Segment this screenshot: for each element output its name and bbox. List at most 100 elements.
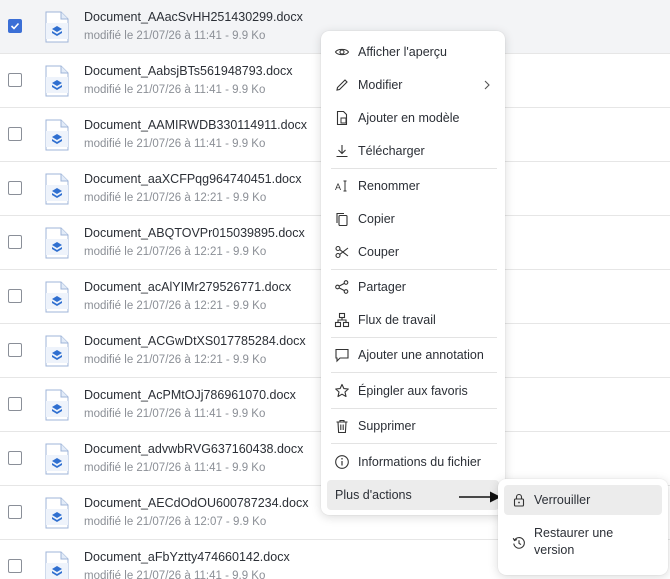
docx-file-icon	[44, 119, 70, 151]
comment-icon	[334, 347, 350, 363]
more-actions-submenu: Verrouiller Restaurer une version	[498, 479, 668, 575]
menu-divider	[331, 408, 497, 409]
docx-file-icon	[44, 551, 70, 579]
lock-icon	[512, 493, 526, 507]
trash-icon	[334, 418, 350, 434]
docx-file-icon	[44, 443, 70, 475]
row-checkbox[interactable]	[8, 289, 22, 303]
file-meta: modifié le 21/07/26 à 12:21 - 9.9 Ko	[84, 192, 267, 204]
menu-item-label: Copier	[358, 212, 395, 226]
docx-file-icon	[44, 389, 70, 421]
download-icon	[334, 143, 350, 159]
row-checkbox[interactable]	[8, 343, 22, 357]
menu-item-label: Modifier	[358, 78, 403, 92]
file-name[interactable]: Document_aaXCFPqg964740451.docx	[84, 172, 302, 186]
eye-icon	[334, 44, 350, 60]
arrow-right-icon	[459, 491, 501, 503]
row-checkbox[interactable]	[8, 559, 22, 573]
row-checkbox[interactable]	[8, 235, 22, 249]
docx-file-icon	[44, 227, 70, 259]
menu-item-rename[interactable]: A Renommer	[321, 171, 505, 201]
row-checkbox[interactable]	[8, 451, 22, 465]
submenu-label-line: Restaurer une	[534, 526, 614, 540]
menu-item-label: Flux de travail	[358, 313, 436, 327]
copy-icon	[334, 211, 350, 227]
workflow-icon	[334, 312, 350, 328]
docx-file-icon	[44, 173, 70, 205]
docx-file-icon	[44, 335, 70, 367]
row-checkbox[interactable]	[8, 181, 22, 195]
docx-file-icon	[44, 281, 70, 313]
menu-item-favorite[interactable]: Épingler aux favoris	[321, 376, 505, 406]
file-meta: modifié le 21/07/26 à 12:21 - 9.9 Ko	[84, 354, 267, 366]
menu-item-copy[interactable]: Copier	[321, 204, 505, 234]
menu-item-workflow[interactable]: Flux de travail	[321, 305, 505, 335]
row-checkbox[interactable]	[8, 73, 22, 87]
file-meta: modifié le 21/07/26 à 12:07 - 9.9 Ko	[84, 516, 267, 528]
submenu-item-restore-version[interactable]: Restaurer une version	[504, 523, 662, 563]
file-name[interactable]: Document_AabsjBTs561948793.docx	[84, 64, 292, 78]
file-name[interactable]: Document_AECdOdOU600787234.docx	[84, 496, 308, 510]
row-checkbox[interactable]	[8, 505, 22, 519]
menu-item-label: Plus d'actions	[335, 488, 412, 502]
menu-divider	[331, 168, 497, 169]
file-meta: modifié le 21/07/26 à 11:41 - 9.9 Ko	[84, 30, 266, 42]
menu-item-label: Renommer	[358, 179, 420, 193]
file-meta: modifié le 21/07/26 à 11:41 - 9.9 Ko	[84, 84, 266, 96]
menu-item-annotation[interactable]: Ajouter une annotation	[321, 340, 505, 370]
file-name[interactable]: Document_ACGwDtXS017785284.docx	[84, 334, 306, 348]
file-name[interactable]: Document_aFbYztty474660142.docx	[84, 550, 290, 564]
file-meta: modifié le 21/07/26 à 12:21 - 9.9 Ko	[84, 300, 267, 312]
chevron-right-icon	[481, 78, 493, 92]
menu-item-label: Afficher l'aperçu	[358, 45, 448, 59]
menu-divider	[331, 443, 497, 444]
context-menu: Afficher l'aperçu Modifier Ajouter en mo…	[321, 31, 505, 515]
file-name[interactable]: Document_ABQTOVPr015039895.docx	[84, 226, 305, 240]
svg-text:A: A	[335, 182, 341, 192]
row-checkbox[interactable]	[8, 397, 22, 411]
file-name[interactable]: Document_advwbRVG637160438.docx	[84, 442, 303, 456]
menu-item-download[interactable]: Télécharger	[321, 136, 505, 166]
menu-divider	[331, 337, 497, 338]
history-icon	[512, 536, 526, 550]
star-icon	[334, 383, 350, 399]
menu-item-edit[interactable]: Modifier	[321, 70, 505, 100]
template-icon	[334, 110, 350, 126]
file-meta: modifié le 21/07/26 à 11:41 - 9.9 Ko	[84, 138, 266, 150]
menu-item-label: Supprimer	[358, 419, 416, 433]
row-checkbox[interactable]	[8, 19, 22, 33]
menu-item-label: Informations du fichier	[358, 455, 481, 469]
menu-item-delete[interactable]: Supprimer	[321, 411, 505, 441]
rename-icon: A	[334, 178, 350, 194]
info-icon	[334, 454, 350, 470]
file-name[interactable]: Document_AcPMtOJj786961070.docx	[84, 388, 296, 402]
row-checkbox[interactable]	[8, 127, 22, 141]
menu-item-label: Ajouter en modèle	[358, 111, 460, 125]
file-name[interactable]: Document_AAacSvHH251430299.docx	[84, 10, 303, 24]
menu-divider	[331, 372, 497, 373]
menu-item-cut[interactable]: Couper	[321, 237, 505, 267]
file-name[interactable]: Document_acAlYIMr279526771.docx	[84, 280, 291, 294]
submenu-item-label: Verrouiller	[534, 493, 591, 507]
docx-file-icon	[44, 65, 70, 97]
pencil-icon	[334, 77, 350, 93]
menu-item-add-template[interactable]: Ajouter en modèle	[321, 103, 505, 133]
file-name[interactable]: Document_AAMIRWDB330114911.docx	[84, 118, 307, 132]
submenu-item-lock[interactable]: Verrouiller	[504, 485, 662, 515]
submenu-label-line: version	[534, 543, 575, 557]
docx-file-icon	[44, 11, 70, 43]
share-icon	[334, 279, 350, 295]
docx-file-icon	[44, 497, 70, 529]
file-meta: modifié le 21/07/26 à 11:41 - 9.9 Ko	[84, 408, 266, 420]
submenu-item-label: Restaurer une version	[534, 525, 613, 559]
menu-item-file-info[interactable]: Informations du fichier	[321, 447, 505, 477]
menu-item-label: Couper	[358, 245, 399, 259]
menu-item-share[interactable]: Partager	[321, 272, 505, 302]
menu-item-label: Partager	[358, 280, 406, 294]
scissors-icon	[334, 244, 350, 260]
menu-item-preview[interactable]: Afficher l'aperçu	[321, 37, 505, 67]
menu-item-label: Ajouter une annotation	[358, 348, 484, 362]
file-meta: modifié le 21/07/26 à 11:41 - 9.9 Ko	[84, 462, 266, 474]
menu-divider	[331, 269, 497, 270]
menu-item-label: Télécharger	[358, 144, 425, 158]
